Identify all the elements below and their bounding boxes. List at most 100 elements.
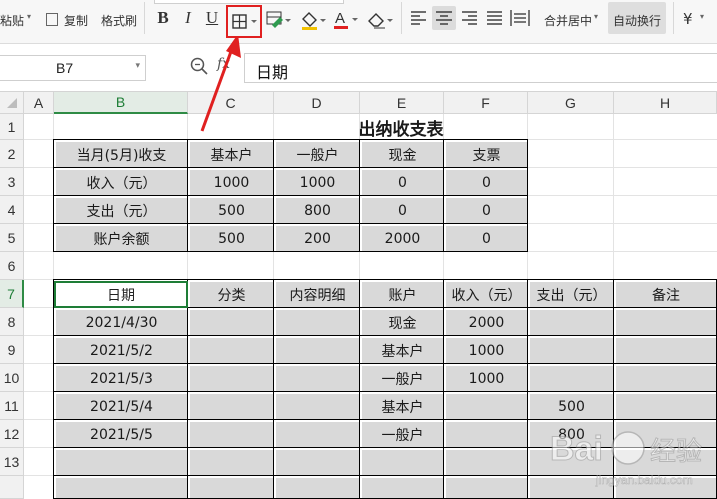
currency-dropdown-icon[interactable]: ▾: [700, 12, 704, 21]
column-header-b[interactable]: B: [54, 92, 188, 114]
border-button[interactable]: [226, 5, 262, 38]
summary-table-cell[interactable]: 500: [190, 198, 273, 223]
column-header-g[interactable]: G: [528, 92, 614, 114]
summary-table-cell[interactable]: 0: [446, 226, 527, 251]
row-header-8[interactable]: 8: [0, 308, 24, 336]
merge-dropdown-icon[interactable]: ▾: [594, 12, 598, 21]
summary-table-cell[interactable]: 支出（元）: [56, 198, 187, 223]
align-right-icon[interactable]: [461, 10, 479, 30]
summary-table-cell[interactable]: 现金: [362, 142, 443, 167]
row-header-partial[interactable]: [0, 476, 24, 499]
ledger-table-cell[interactable]: [190, 422, 273, 447]
clear-format-icon[interactable]: [366, 9, 394, 35]
summary-table-cell[interactable]: 2000: [362, 226, 443, 251]
ledger-table-cell[interactable]: [190, 366, 273, 391]
ledger-table-cell[interactable]: 2000: [446, 310, 527, 335]
ledger-table-cell[interactable]: 基本户: [362, 338, 443, 363]
format-painter-button[interactable]: 格式刷: [101, 12, 137, 29]
row-header-5[interactable]: 5: [0, 224, 24, 252]
summary-table-cell[interactable]: 一般户: [276, 142, 359, 167]
ledger-table-cell[interactable]: [362, 478, 443, 498]
ledger-table-cell[interactable]: [616, 338, 716, 363]
column-header-a[interactable]: A: [24, 92, 54, 114]
column-header-e[interactable]: E: [360, 92, 444, 114]
ledger-table-cell[interactable]: [276, 338, 359, 363]
formula-input[interactable]: 日期: [244, 53, 717, 83]
font-name-box[interactable]: [154, 0, 344, 4]
ledger-table-cell[interactable]: 一般户: [362, 422, 443, 447]
ledger-table-cell[interactable]: 收入（元）: [446, 282, 527, 307]
ledger-table-cell[interactable]: [190, 478, 273, 498]
underline-button[interactable]: U: [205, 6, 219, 30]
ledger-table-cell[interactable]: [276, 450, 359, 475]
name-box[interactable]: B7 ▾: [0, 55, 146, 81]
ledger-table-cell[interactable]: [446, 450, 527, 475]
cell-style-icon[interactable]: [266, 10, 292, 34]
ledger-table-cell[interactable]: [530, 338, 613, 363]
ledger-table-cell[interactable]: 2021/5/3: [56, 366, 187, 391]
summary-table-cell[interactable]: 1000: [190, 170, 273, 195]
ledger-table-cell[interactable]: [276, 422, 359, 447]
auto-wrap-button[interactable]: 自动换行: [608, 2, 666, 34]
align-left-icon[interactable]: [410, 10, 428, 30]
ledger-table-cell[interactable]: 一般户: [362, 366, 443, 391]
sheet-title[interactable]: 出纳收支表: [188, 114, 614, 140]
row-header-9[interactable]: 9: [0, 336, 24, 364]
align-center-button[interactable]: [432, 6, 456, 30]
ledger-table-cell[interactable]: 备注: [616, 282, 716, 307]
ledger-table-cell[interactable]: 2021/4/30: [56, 310, 187, 335]
ledger-table-cell[interactable]: [190, 394, 273, 419]
ledger-table-cell[interactable]: 现金: [362, 310, 443, 335]
ledger-table-cell[interactable]: 基本户: [362, 394, 443, 419]
summary-table-cell[interactable]: 基本户: [190, 142, 273, 167]
ledger-table-cell[interactable]: [276, 394, 359, 419]
summary-table-cell[interactable]: 当月(5月)收支: [56, 142, 187, 167]
ledger-table-cell[interactable]: 2021/5/5: [56, 422, 187, 447]
ledger-table-cell[interactable]: [530, 366, 613, 391]
summary-table-cell[interactable]: 账户余额: [56, 226, 187, 251]
active-cell-b7[interactable]: 日期: [54, 281, 188, 308]
ledger-table-cell[interactable]: [616, 310, 716, 335]
ledger-table-cell[interactable]: [446, 394, 527, 419]
ledger-table-cell[interactable]: 账户: [362, 282, 443, 307]
row-header-12[interactable]: 12: [0, 420, 24, 448]
distributed-align-icon[interactable]: [510, 9, 530, 31]
ledger-table-cell[interactable]: [276, 366, 359, 391]
italic-button[interactable]: I: [181, 6, 195, 30]
ledger-table-cell[interactable]: 分类: [190, 282, 273, 307]
paste-dropdown-icon[interactable]: ▾: [27, 12, 31, 21]
ledger-table-cell[interactable]: 2021/5/4: [56, 394, 187, 419]
name-box-dropdown-icon[interactable]: ▾: [135, 61, 140, 71]
ledger-table-cell[interactable]: [446, 478, 527, 498]
row-header-11[interactable]: 11: [0, 392, 24, 420]
column-header-f[interactable]: F: [444, 92, 528, 114]
summary-table-cell[interactable]: 收入（元）: [56, 170, 187, 195]
ledger-table-cell[interactable]: [190, 450, 273, 475]
select-all-corner[interactable]: [0, 92, 24, 114]
summary-table-cell[interactable]: 500: [190, 226, 273, 251]
row-header-7[interactable]: 7: [0, 280, 24, 308]
copy-button[interactable]: 复制: [64, 12, 88, 29]
row-header-13[interactable]: 13: [0, 448, 24, 476]
ledger-table-cell[interactable]: [190, 310, 273, 335]
bold-button[interactable]: B: [155, 6, 171, 30]
row-header-6[interactable]: 6: [0, 252, 24, 280]
ledger-table-cell[interactable]: [276, 478, 359, 498]
ledger-table-cell[interactable]: 1000: [446, 366, 527, 391]
summary-table-cell[interactable]: 0: [446, 198, 527, 223]
ledger-table-cell[interactable]: [56, 450, 187, 475]
column-header-d[interactable]: D: [274, 92, 360, 114]
summary-table-cell[interactable]: 800: [276, 198, 359, 223]
row-header-4[interactable]: 4: [0, 196, 24, 224]
ledger-table-cell[interactable]: [446, 422, 527, 447]
summary-table-cell[interactable]: 0: [362, 170, 443, 195]
ledger-table-cell[interactable]: 2021/5/2: [56, 338, 187, 363]
justify-icon[interactable]: [486, 10, 504, 30]
column-header-h[interactable]: H: [614, 92, 717, 114]
summary-table-cell[interactable]: 支票: [446, 142, 527, 167]
row-header-3[interactable]: 3: [0, 168, 24, 196]
font-color-icon[interactable]: A: [333, 8, 361, 34]
paste-button[interactable]: 粘贴: [0, 12, 24, 29]
ledger-table-cell[interactable]: [56, 478, 187, 498]
merge-center-button[interactable]: 合并居中: [544, 12, 592, 29]
